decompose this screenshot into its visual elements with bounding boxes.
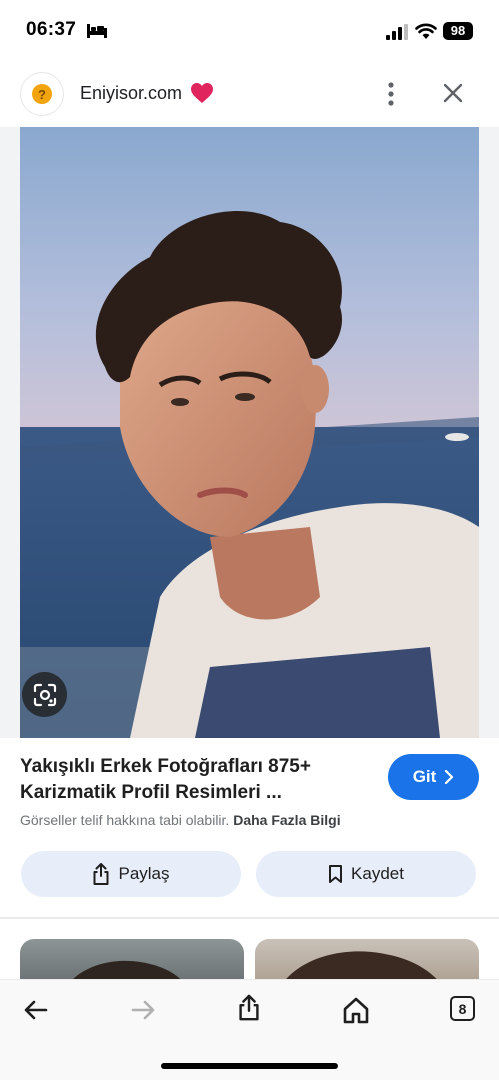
bed-icon — [87, 24, 107, 38]
section-divider — [0, 917, 499, 919]
status-time: 06:37 — [26, 19, 77, 40]
more-info-link[interactable]: Daha Fazla Bilgi — [233, 812, 340, 828]
battery-indicator: 98 — [443, 22, 473, 40]
lens-icon — [33, 683, 56, 706]
close-icon[interactable] — [442, 82, 464, 104]
copyright-notice: Görseller telif hakkına tabi olabilir. D… — [20, 812, 341, 828]
save-button-label: Kaydet — [351, 864, 404, 883]
wifi-icon — [415, 23, 437, 39]
bookmark-icon — [329, 865, 343, 883]
result-title[interactable]: Yakışıklı Erkek Fotoğrafları 875+ Karizm… — [20, 754, 365, 806]
share-button-label: Paylaş — [118, 864, 170, 883]
tabs-count-button[interactable]: 8 — [450, 996, 475, 1021]
heart-icon — [191, 83, 213, 103]
signal-icon — [386, 24, 408, 40]
back-arrow-icon[interactable] — [22, 996, 50, 1024]
visit-button[interactable]: Git — [388, 754, 479, 800]
visit-button-label: Git — [412, 767, 437, 786]
lens-search-button[interactable] — [22, 672, 67, 717]
home-icon[interactable] — [342, 996, 370, 1024]
image-preview-area — [0, 127, 499, 738]
forward-arrow-icon[interactable] — [129, 996, 157, 1024]
site-name[interactable]: Eniyisor.com — [80, 83, 182, 104]
share-button[interactable]: Paylaş — [21, 851, 241, 897]
share-icon — [93, 863, 109, 885]
status-bar: 06:37 98 — [0, 0, 499, 62]
chevron-right-icon — [445, 770, 454, 784]
result-photo[interactable] — [20, 127, 479, 738]
site-logo[interactable]: ? — [20, 72, 64, 116]
site-logo-glyph: ? — [32, 84, 52, 104]
more-vertical-icon[interactable] — [381, 80, 401, 108]
copyright-text: Görseller telif hakkına tabi olabilir. — [20, 812, 230, 828]
save-button[interactable]: Kaydet — [256, 851, 476, 897]
result-header: ? Eniyisor.com — [0, 62, 499, 126]
photo-illustration — [20, 127, 479, 738]
share-icon[interactable] — [235, 994, 263, 1022]
home-indicator — [161, 1063, 338, 1069]
